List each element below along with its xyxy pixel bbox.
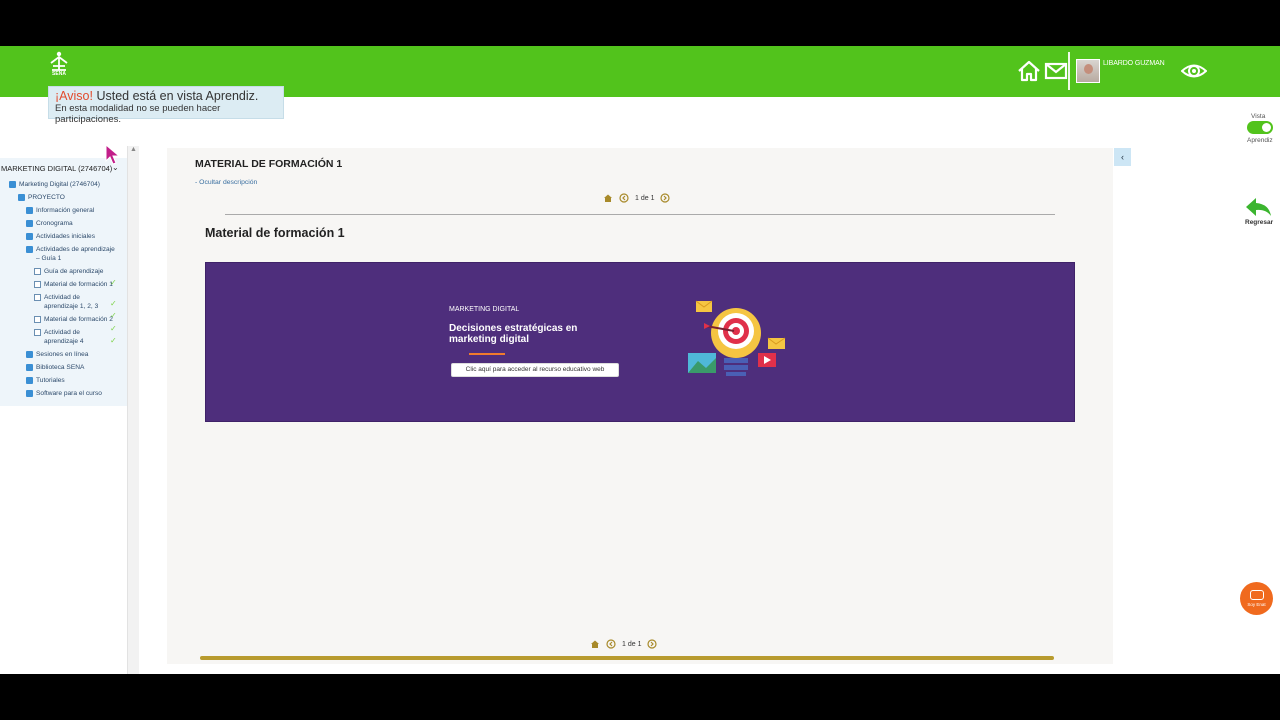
tree-item-label: Sesiones en línea bbox=[36, 351, 89, 358]
tree-item-label: Software para el curso bbox=[36, 390, 102, 397]
tree-item-label: Biblioteca SENA bbox=[36, 364, 85, 371]
next-page-icon[interactable] bbox=[647, 639, 658, 649]
eye-icon[interactable] bbox=[1181, 60, 1207, 82]
notice-strong: ¡Aviso! bbox=[55, 89, 93, 103]
header-divider bbox=[1068, 52, 1070, 90]
pager-top: 1 de 1 bbox=[603, 192, 671, 204]
aprendiz-label: Aprendiz bbox=[1247, 137, 1273, 144]
tree-item-label: Guía de aprendizaje bbox=[44, 268, 104, 275]
vista-label: Vista bbox=[1251, 113, 1266, 120]
mouse-cursor-icon bbox=[105, 144, 121, 165]
student-view-toggle[interactable] bbox=[1247, 121, 1273, 134]
tree-item-label: Actividad de bbox=[44, 329, 80, 336]
sidebar-scrollbar[interactable]: ▲ bbox=[128, 146, 139, 674]
folder-icon bbox=[26, 233, 33, 240]
section-title: Material de formación 1 bbox=[205, 226, 345, 240]
mail-icon[interactable] bbox=[1044, 60, 1068, 82]
document-icon bbox=[34, 281, 41, 288]
folder-icon bbox=[26, 207, 33, 214]
tree-item-label: Material de formación 1 bbox=[44, 281, 113, 288]
tree-item-label: Información general bbox=[36, 207, 95, 214]
tree-item-label-2: aprendizaje 4 bbox=[44, 338, 84, 345]
page-title: MATERIAL DE FORMACIÓN 1 bbox=[195, 158, 343, 170]
folder-icon bbox=[18, 194, 25, 201]
sena-logo-icon[interactable]: SENA bbox=[46, 50, 72, 76]
folder-icon bbox=[26, 390, 33, 397]
home-icon[interactable] bbox=[590, 639, 600, 649]
check-icon: ✓ bbox=[110, 299, 117, 308]
svg-text:SENA: SENA bbox=[52, 71, 66, 76]
tree-item-label: Actividades de aprendizaje bbox=[36, 246, 115, 253]
notice-title: ¡Aviso! Usted está en vista Aprendiz. bbox=[55, 90, 277, 103]
folder-icon bbox=[26, 246, 33, 253]
folder-icon bbox=[9, 181, 16, 188]
folder-icon bbox=[26, 351, 33, 358]
prev-page-icon[interactable] bbox=[606, 639, 616, 649]
tree-item-label: PROYECTO bbox=[28, 194, 65, 201]
scroll-up-icon[interactable]: ▲ bbox=[130, 146, 137, 153]
home-icon[interactable] bbox=[603, 193, 613, 203]
check-icon: ✓ bbox=[110, 324, 117, 333]
course-tree: MARKETING DIGITAL (2746704) ⌄ Marketing … bbox=[0, 158, 127, 406]
document-icon bbox=[34, 294, 41, 301]
page-indicator: 1 de 1 bbox=[622, 640, 642, 648]
tree-item-label-2: – Guía 1 bbox=[36, 255, 62, 262]
folder-icon bbox=[26, 364, 33, 371]
notice-subtext: En esta modalidad no se pueden hacer par… bbox=[55, 103, 221, 125]
pager-bottom: 1 de 1 bbox=[590, 638, 658, 650]
resource-banner: MARKETING DIGITAL Decisiones estratégica… bbox=[205, 262, 1075, 422]
course-title[interactable]: MARKETING DIGITAL (2746704) bbox=[1, 164, 112, 173]
document-icon bbox=[34, 268, 41, 275]
open-resource-button[interactable]: Clic aquí para acceder al recurso educat… bbox=[451, 363, 619, 377]
back-arrow-icon[interactable] bbox=[1244, 196, 1272, 218]
document-icon bbox=[34, 316, 41, 323]
next-page-icon[interactable] bbox=[660, 193, 671, 203]
user-name[interactable]: LIBARDO GUZMAN bbox=[1103, 60, 1165, 67]
collapse-panel-button[interactable]: ‹ bbox=[1114, 148, 1131, 166]
tree-item-label: Cronograma bbox=[36, 220, 73, 227]
banner-kicker: MARKETING DIGITAL bbox=[449, 306, 520, 313]
view-mode-notice: ¡Aviso! Usted está en vista Aprendiz. En… bbox=[48, 86, 284, 125]
tree-item-label: Marketing Digital (2746704) bbox=[19, 181, 100, 188]
avatar[interactable] bbox=[1076, 59, 1100, 83]
check-icon: ✓ bbox=[110, 336, 117, 345]
chat-label: Soy Enat bbox=[1247, 602, 1266, 607]
chatbot-icon bbox=[1249, 590, 1264, 600]
lms-screen: SENA LIBARDO GUZMAN ¡Aviso! Usted está e… bbox=[0, 46, 1280, 674]
document-icon bbox=[34, 329, 41, 336]
chevron-left-icon: ‹ bbox=[1121, 152, 1124, 162]
tree-item-label: Actividad de bbox=[44, 294, 80, 301]
back-label[interactable]: Regresar bbox=[1245, 219, 1273, 226]
home-icon[interactable] bbox=[1017, 60, 1041, 82]
tree-item-label: Material de formación 2 bbox=[44, 316, 113, 323]
lightbulb-target-icon bbox=[688, 300, 786, 376]
folder-icon bbox=[26, 220, 33, 227]
divider bbox=[225, 214, 1055, 215]
tree-item-label-2: aprendizaje 1, 2, 3 bbox=[44, 303, 99, 310]
content-panel: MATERIAL DE FORMACIÓN 1 - Ocultar descri… bbox=[167, 148, 1113, 664]
tree-item-label: Actividades iniciales bbox=[36, 233, 96, 240]
course-sidebar: MARKETING DIGITAL (2746704) ⌄ Marketing … bbox=[0, 146, 139, 674]
progress-bar bbox=[200, 656, 1054, 660]
prev-page-icon[interactable] bbox=[619, 193, 629, 203]
folder-icon bbox=[26, 377, 33, 384]
hide-description-link[interactable]: - Ocultar descripción bbox=[195, 179, 257, 186]
page-indicator: 1 de 1 bbox=[635, 194, 655, 202]
banner-title: Decisiones estratégicas en marketing dig… bbox=[449, 323, 578, 345]
banner-underline bbox=[469, 353, 505, 355]
notice-text: Usted está en vista Aprendiz. bbox=[92, 89, 259, 103]
chat-assistant-button[interactable]: Soy Enat bbox=[1240, 582, 1273, 615]
tree-item-label: Tutoriales bbox=[36, 377, 65, 384]
